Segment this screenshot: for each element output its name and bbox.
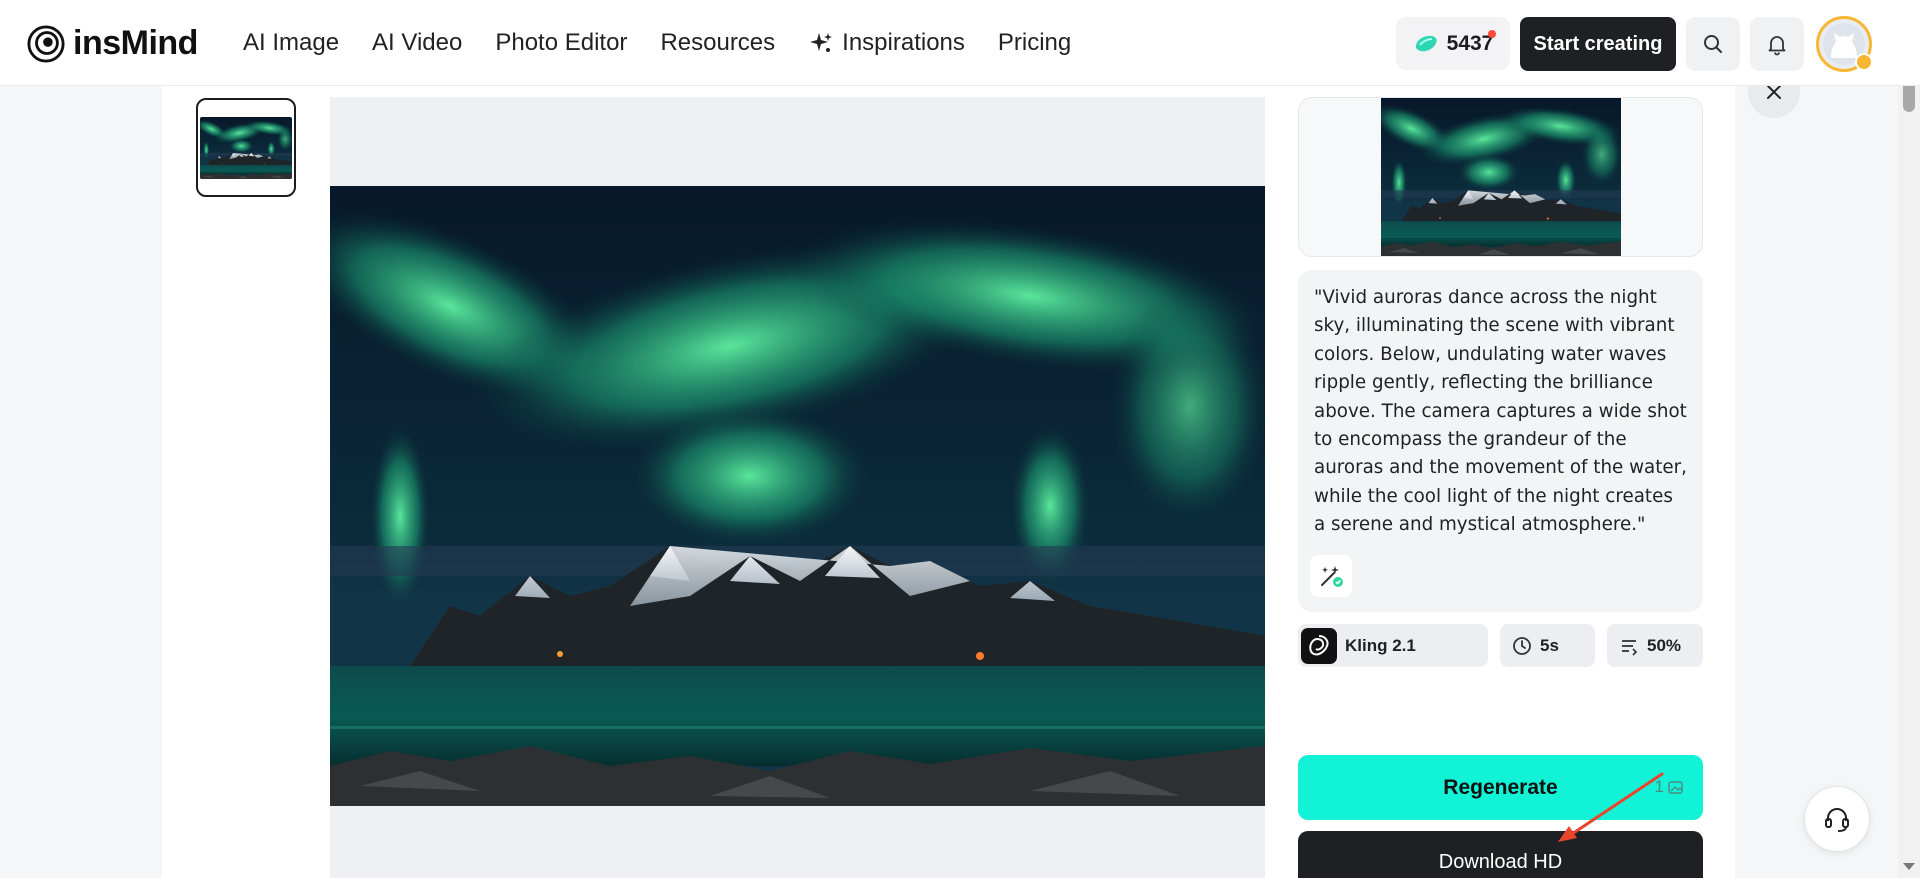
strength-value: 50% [1647,635,1682,655]
nav-label: AI Image [243,29,340,56]
regenerate-label: Regenerate [1443,775,1558,799]
generated-video-preview[interactable] [330,186,1265,806]
bell-icon [1768,36,1786,56]
nav-resources[interactable]: Resources [660,29,775,57]
source-image-card[interactable] [1298,97,1703,257]
customer-support-button[interactable] [1804,786,1870,852]
result-thumbnail[interactable] [196,98,296,197]
scroll-down-icon[interactable] [1903,863,1915,870]
model-name: Kling 2.1 [1345,635,1416,655]
edit-prompt-button[interactable] [1310,555,1352,597]
headset-icon [1825,808,1849,832]
vip-badge-icon [1855,53,1873,71]
source-image [1380,98,1621,256]
nav-label: Photo Editor [495,29,628,56]
user-avatar[interactable] [1816,16,1873,72]
nav-pricing[interactable]: Pricing [998,29,1071,57]
logo-text: insMind [73,24,198,62]
model-chip[interactable]: Kling 2.1 [1298,624,1488,667]
brand-logo[interactable]: insMind [27,24,198,63]
nav-label: AI Video [372,29,463,56]
image-credit-icon [1668,781,1683,794]
duration-value: 5s [1540,635,1559,655]
kling-logo-icon [1301,627,1337,664]
sparkle-icon [810,33,833,52]
regenerate-button[interactable]: Regenerate 1 [1298,755,1703,820]
main-nav: AI Image AI Video Photo Editor Resources… [243,0,1071,86]
search-button[interactable] [1686,17,1740,71]
top-navbar: insMind AI Image AI Video Photo Editor R… [0,0,1920,86]
magic-wand-icon [1321,566,1343,587]
prompt-text: "Vivid auroras dance across the night sk… [1314,287,1687,536]
credits-balance[interactable]: 5437 [1396,17,1510,70]
notification-dot [1488,30,1496,38]
nav-label: Inspirations [842,29,965,56]
nav-ai-image[interactable]: AI Image [243,29,339,57]
duration-chip[interactable]: 5s [1500,624,1595,667]
credit-gem-icon [1415,35,1437,51]
credits-count: 5437 [1446,31,1494,55]
nav-label: Resources [660,29,776,56]
nav-label: Pricing [997,29,1072,56]
page-scrollbar[interactable] [1898,0,1920,878]
strength-chip[interactable]: 50% [1607,624,1703,667]
regenerate-cost-value: 1 [1654,777,1664,796]
nav-ai-video[interactable]: AI Video [372,29,462,57]
logo-mark-icon [27,24,65,63]
download-hd-button[interactable]: Download HD [1298,831,1703,878]
notifications-button[interactable] [1750,17,1804,71]
thumbnail-image [200,116,292,179]
clock-icon [1513,636,1531,655]
prompt-panel: "Vivid auroras dance across the night sk… [1298,270,1703,612]
nav-photo-editor[interactable]: Photo Editor [495,29,627,57]
start-creating-button[interactable]: Start creating [1520,17,1676,71]
nav-inspirations[interactable]: Inspirations [808,29,965,57]
lines-adjust-icon [1622,639,1638,656]
regenerate-cost: 1 [1655,777,1685,797]
search-icon [1704,35,1722,53]
